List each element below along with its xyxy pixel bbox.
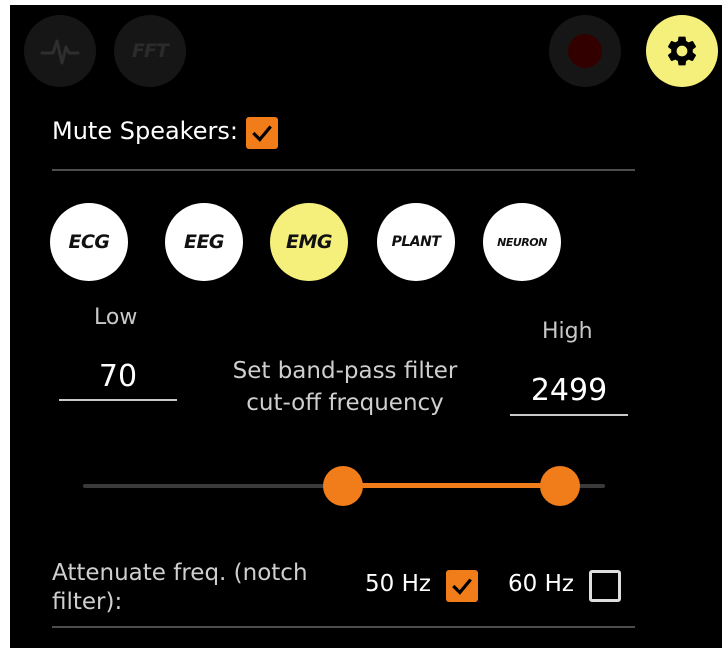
notch-filter-label-line2: filter): [52,589,123,615]
fft-view-button[interactable]: FFT [114,15,186,87]
low-frequency-underline [59,399,177,401]
bandpass-description-line2: cut-off frequency [246,390,444,416]
mute-speakers-checkbox[interactable] [246,117,278,149]
bandpass-description: Set band-pass filter cut-off frequency [205,355,485,419]
low-frequency-thumb[interactable] [323,466,363,506]
notch-60hz-checkbox[interactable] [589,570,621,602]
preset-ecg-label: ECG [68,231,110,253]
notch-filter-label: Attenuate freq. (notch filter): [52,559,308,617]
checkmark-icon [452,578,472,595]
high-frequency-underline [510,414,628,416]
preset-neuron-label: NEURON [497,235,547,249]
gear-icon [667,36,697,66]
low-label: Low [94,305,138,330]
settings-screen: FFT Mute Speakers: ECG EEG EMG PLANT NEU… [10,5,722,648]
preset-plant-button[interactable]: PLANT [377,203,455,281]
fft-label: FFT [132,40,169,62]
preset-emg-label: EMG [286,231,332,253]
signal-view-button[interactable] [24,15,96,87]
bandpass-description-line1: Set band-pass filter [232,358,458,384]
divider-top [52,169,635,171]
preset-eeg-button[interactable]: EEG [165,203,243,281]
record-icon [568,34,602,68]
notch-filter-label-line1: Attenuate freq. (notch [52,560,308,586]
record-button[interactable] [549,15,621,87]
mute-speakers-label: Mute Speakers: [52,117,238,145]
preset-neuron-button[interactable]: NEURON [483,203,561,281]
divider-bottom [52,626,635,628]
notch-50hz-label: 50 Hz [365,571,431,597]
preset-eeg-label: EEG [183,231,225,253]
notch-60hz-label: 60 Hz [508,571,574,597]
low-frequency-input[interactable]: 70 [59,359,177,394]
preset-plant-label: PLANT [391,234,441,250]
settings-button[interactable] [646,15,718,87]
high-label: High [542,319,593,344]
preset-emg-button[interactable]: EMG [270,203,348,281]
frequency-slider-range [343,483,560,488]
notch-50hz-checkbox[interactable] [446,570,478,602]
high-frequency-thumb[interactable] [540,466,580,506]
preset-ecg-button[interactable]: ECG [50,203,128,281]
heart-signal-icon [40,39,80,65]
high-frequency-input[interactable]: 2499 [510,373,628,408]
checkmark-icon [252,125,272,142]
